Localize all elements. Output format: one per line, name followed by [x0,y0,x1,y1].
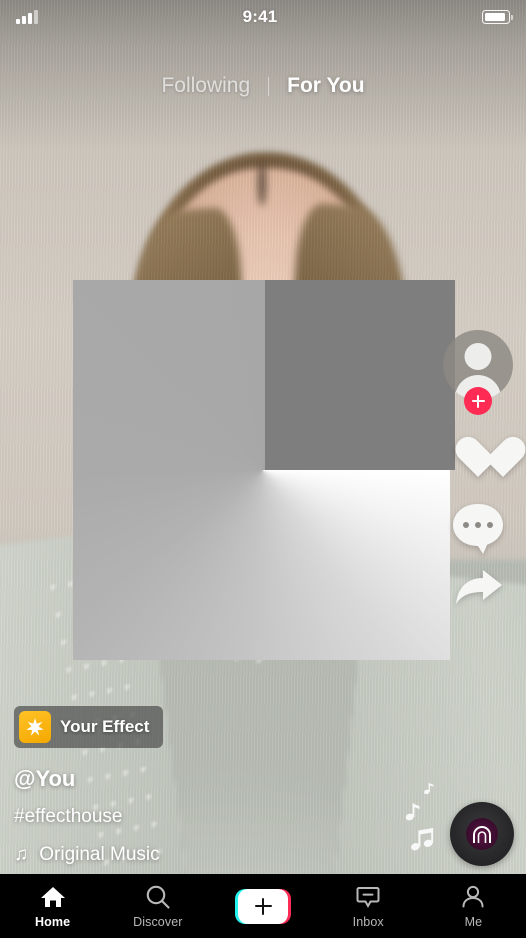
tab-for-you[interactable]: For You [287,74,364,98]
nav-item-me[interactable]: Me [421,884,526,929]
plus-icon [238,888,288,924]
avatar-head-shape [464,343,492,370]
avatar-follow-button[interactable] [443,330,513,416]
follow-plus-icon[interactable] [464,387,492,415]
feed-tabs: Following For You [0,74,526,98]
nav-label-inbox: Inbox [352,914,384,929]
nav-label-me: Me [464,914,483,929]
like-button[interactable] [454,438,502,482]
signal-bars-icon [16,10,38,24]
person-icon [460,884,486,910]
status-bar-time: 9:41 [242,7,278,26]
tab-separator [268,76,270,96]
search-icon [145,884,171,910]
record-label-center [466,818,498,850]
share-arrow-icon[interactable] [452,568,504,610]
bottom-navigation: Home Discover Inbox Me [0,874,526,938]
inbox-icon [355,884,381,910]
nav-label-discover: Discover [133,914,183,929]
heart-icon[interactable] [454,438,502,482]
effect-badge-button[interactable]: Your Effect [14,706,164,748]
create-post-button[interactable] [235,888,291,924]
comment-bubble-icon[interactable] [453,504,503,554]
username-link[interactable]: @You [14,766,414,792]
nav-item-discover[interactable]: Discover [105,884,210,929]
tab-following[interactable]: Following [161,74,250,98]
music-title: Original Music [39,844,160,865]
effect-badge-label: Your Effect [60,717,150,736]
comment-button[interactable] [453,504,503,554]
status-bar: 9:41 [0,0,526,34]
vinyl-record-icon[interactable] [450,802,514,866]
effect-gradient-overlay [73,280,455,660]
subject-hair-part [258,162,266,206]
nav-item-home[interactable]: Home [0,884,105,929]
action-rail [440,330,516,610]
nav-item-create[interactable] [210,888,315,924]
phone-screen: 9:41 Following For You Your Effect @You … [0,0,526,938]
arch-logo-icon [473,825,491,843]
video-caption[interactable]: #effecthouse [14,806,414,828]
nav-label-home: Home [35,914,71,929]
effect-gradient-dark [265,280,455,470]
home-icon [40,884,66,910]
share-button[interactable] [452,568,504,610]
battery-icon [481,10,513,24]
music-note-icon: ♫ [14,844,29,865]
sparkle-effect-icon [19,711,51,743]
nav-item-inbox[interactable]: Inbox [316,884,421,929]
music-row[interactable]: ♫ Original Music [14,844,414,866]
video-info-panel: Your Effect @You #effecthouse ♫ Original… [14,706,414,866]
